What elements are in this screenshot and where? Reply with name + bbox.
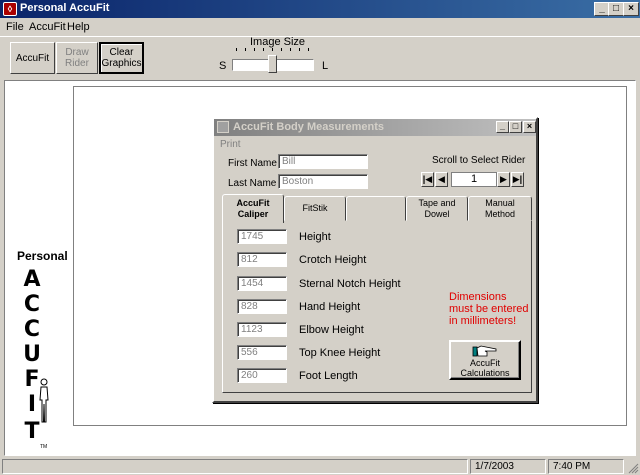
note-line: must be entered [449, 303, 529, 315]
close-icon[interactable]: × [623, 2, 639, 16]
crotch-height-value[interactable]: 812 [237, 252, 287, 267]
top-knee-height-value[interactable]: 556 [237, 345, 287, 360]
tab-label: Tape and [418, 197, 456, 208]
maximize-icon[interactable]: □ [608, 2, 624, 16]
measurements-tab-panel: 1745 Height 812 Crotch Height 1454 Stern… [222, 220, 532, 393]
hand-height-label: Hand Height [299, 301, 361, 313]
dialog-title: AccuFit Body Measurements [233, 121, 384, 133]
body-measurements-dialog: AccuFit Body Measurements _ □ × Print Fi… [212, 117, 538, 403]
menu-help[interactable]: Help [67, 21, 90, 33]
menu-file[interactable]: File [6, 21, 24, 33]
millimeters-note: Dimensions must be entered in millimeter… [449, 291, 529, 327]
tab-label: AccuFit [236, 198, 270, 208]
app-title-bar[interactable]: ◊ Personal AccuFit _ □ × [0, 0, 640, 18]
first-rider-button[interactable]: |◀ [421, 172, 434, 187]
clear-graphics-button[interactable]: Clear Graphics [99, 42, 144, 74]
brand-letter: C [23, 317, 41, 342]
hand-height-value[interactable]: 828 [237, 299, 287, 314]
tab-manual-method[interactable]: Manual Method [468, 196, 532, 221]
tab-label: Dowel [424, 208, 450, 219]
elbow-height-label: Elbow Height [299, 324, 364, 336]
resize-grip-icon[interactable] [627, 462, 639, 474]
human-figure-icon [39, 378, 49, 423]
image-size-label: Image Size [250, 36, 306, 48]
tab-fitstik[interactable]: FitStik [284, 196, 346, 221]
note-line: in millimeters! [449, 315, 517, 327]
height-value[interactable]: 1745 [237, 229, 287, 244]
last-name-field[interactable]: Boston [278, 174, 368, 189]
slider-max-label: L [322, 60, 329, 72]
foot-length-label: Foot Length [299, 370, 358, 382]
brand-personal: Personal [17, 249, 68, 263]
brand-letter: U [23, 342, 41, 367]
draw-rider-button[interactable]: Draw Rider [56, 42, 98, 74]
elbow-height-value[interactable]: 1123 [237, 322, 287, 337]
last-name-label: Last Name [228, 178, 277, 189]
first-name-label: First Name [228, 158, 277, 169]
window-title: Personal AccuFit [20, 2, 110, 14]
sternal-notch-height-value[interactable]: 1454 [237, 276, 287, 291]
sternal-notch-height-label: Sternal Notch Height [299, 278, 401, 290]
prev-rider-button[interactable]: ◀ [435, 172, 448, 187]
rider-number-field[interactable]: 1 [451, 172, 497, 187]
accufit-calculations-button[interactable]: AccuFit Calculations [449, 340, 521, 380]
scroll-rider-label: Scroll to Select Rider [432, 155, 526, 166]
pointing-hand-icon [472, 345, 497, 357]
tab-accufit-caliper[interactable]: AccuFit Caliper [222, 194, 284, 223]
dialog-maximize-icon[interactable]: □ [509, 121, 522, 133]
status-message [2, 459, 468, 474]
tab-label: Caliper [237, 209, 269, 219]
clear-graphics-label-2: Graphics [101, 58, 142, 69]
first-name-field[interactable]: Bill [278, 154, 368, 169]
draw-rider-label-1: Draw [65, 47, 89, 58]
slider-ticks [236, 48, 312, 54]
note-line: Dimensions [449, 291, 507, 303]
next-rider-button[interactable]: ▶ [497, 172, 510, 187]
dialog-minimize-icon[interactable]: _ [496, 121, 509, 133]
brand-letter: C [23, 292, 41, 317]
status-date: 1/7/2003 [470, 459, 546, 474]
height-label: Height [299, 231, 331, 243]
menu-bar: File AccuFit Help [0, 18, 640, 36]
last-rider-button[interactable]: ▶| [511, 172, 524, 187]
tab-label: FitStik [302, 203, 328, 213]
tab-blank[interactable] [346, 196, 406, 221]
status-bar: 1/7/2003 7:40 PM [0, 457, 640, 475]
draw-rider-label-2: Rider [65, 58, 89, 69]
app-logo-icon[interactable]: ◊ [3, 2, 17, 16]
brand-letter: A [23, 267, 41, 292]
calc-label-2: Calculations [460, 368, 510, 378]
crotch-height-label: Crotch Height [299, 254, 367, 266]
clear-graphics-label-1: Clear [109, 47, 134, 58]
top-knee-height-label: Top Knee Height [299, 347, 381, 359]
foot-length-value[interactable]: 260 [237, 368, 287, 383]
tab-label: Manual Method [484, 197, 516, 219]
dialog-title-bar[interactable]: AccuFit Body Measurements _ □ × [214, 119, 536, 136]
tab-tape-and-dowel[interactable]: Tape and Dowel [406, 196, 468, 221]
dialog-menu-print[interactable]: Print [220, 139, 241, 150]
accufit-button[interactable]: AccuFit [10, 42, 55, 74]
calc-label-1: AccuFit [469, 358, 500, 368]
dialog-close-icon[interactable]: × [523, 121, 536, 133]
image-size-slider-thumb[interactable] [268, 55, 277, 73]
accufit-button-label: AccuFit [15, 52, 50, 64]
menu-accufit[interactable]: AccuFit [29, 21, 66, 33]
status-time: 7:40 PM [548, 459, 624, 474]
brand-trademark: TM [40, 444, 48, 450]
dialog-app-icon [217, 121, 229, 133]
slider-min-label: S [219, 60, 227, 72]
